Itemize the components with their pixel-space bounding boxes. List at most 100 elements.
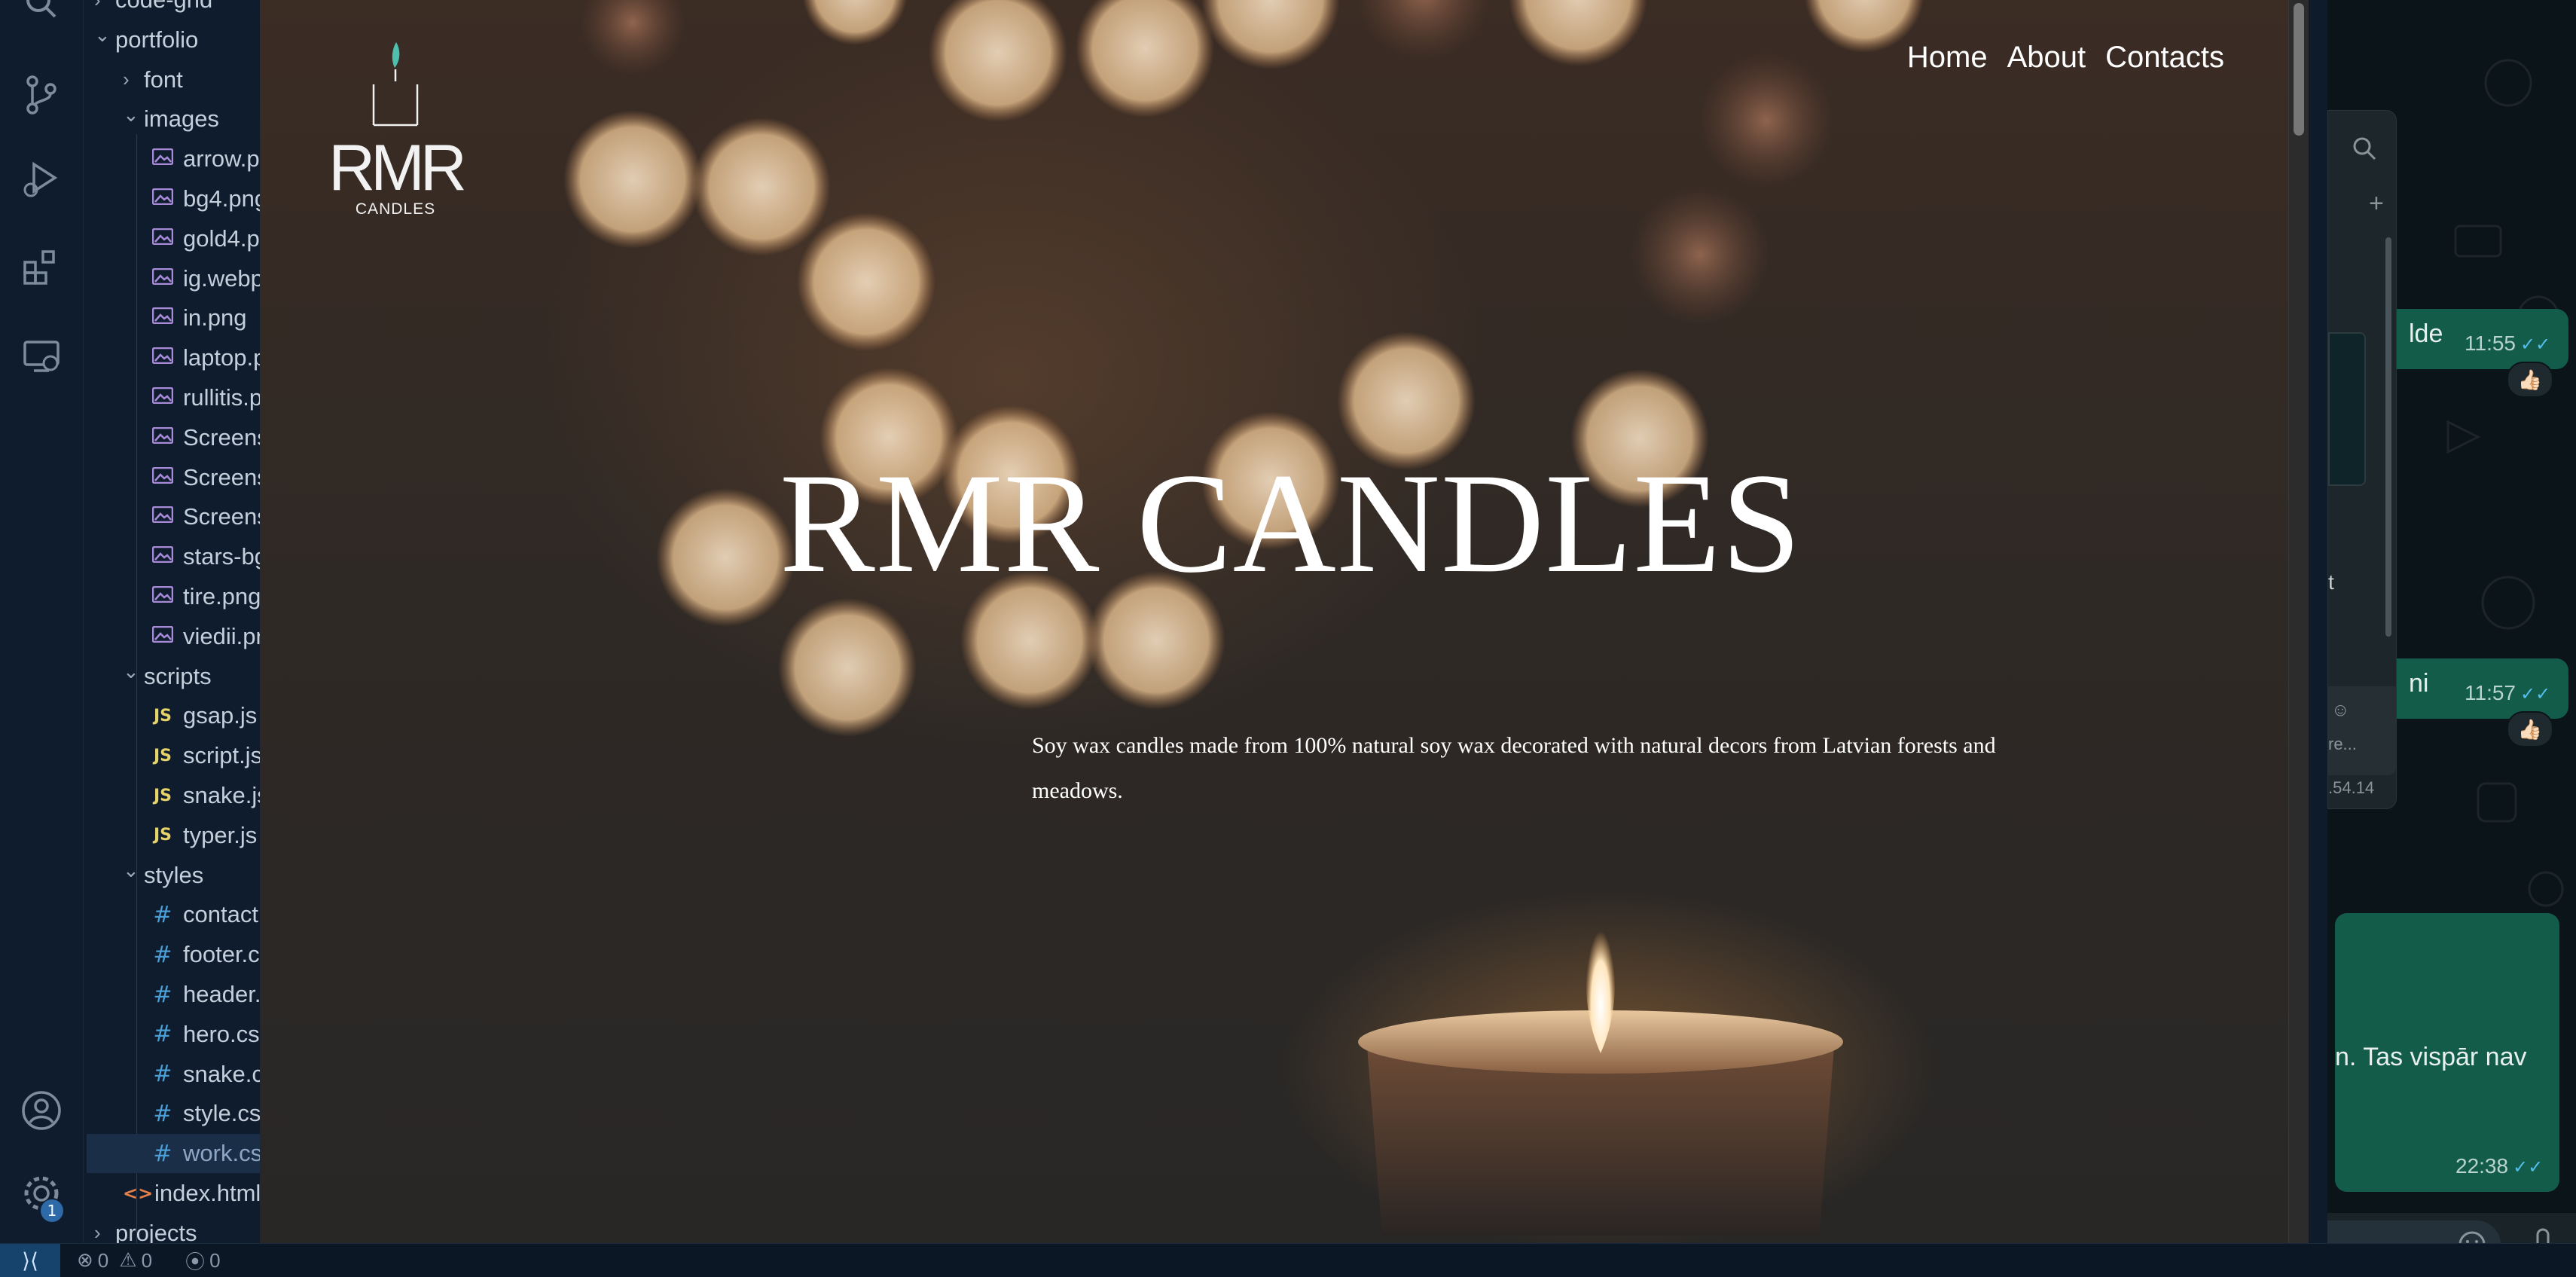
tree-item-label: script.js: [183, 742, 263, 769]
panel-item[interactable]: ☺ re...: [2328, 686, 2396, 775]
media-thumbnail[interactable]: [2328, 332, 2366, 486]
panel-scrollbar[interactable]: [2385, 237, 2391, 637]
chevron-down-icon: ⌄: [123, 102, 139, 126]
reaction-badge[interactable]: 👍🏻: [2507, 362, 2553, 398]
tree-item-label: portfolio: [115, 26, 199, 53]
nav-contacts[interactable]: Contacts: [2105, 41, 2224, 75]
tree-file[interactable]: # footer.css: [84, 935, 264, 974]
tree-file[interactable]: arrow.png: [84, 139, 264, 179]
message-text: n. Tas vispār nav: [2335, 1043, 2527, 1071]
tree-item-label: gsap.js: [183, 702, 258, 729]
file-explorer: ›code-grid⌄portfolio›font⌄imagesarrow.pn…: [84, 0, 264, 1243]
tree-folder[interactable]: › font: [84, 60, 264, 99]
source-control-icon[interactable]: [20, 74, 63, 116]
extensions-icon[interactable]: [20, 246, 63, 288]
image-file-icon: [151, 228, 174, 249]
tree-item-label: scripts: [144, 662, 212, 689]
image-file-icon: [151, 347, 174, 368]
tree-file[interactable]: # hero.css: [84, 1015, 264, 1054]
tree-file[interactable]: Screenshot: [84, 418, 264, 457]
image-file-icon: [151, 625, 174, 647]
whatsapp-popup-panel: + t ☺ re... .54.14: [2327, 110, 2397, 809]
nav-about[interactable]: About: [2007, 41, 2086, 75]
tree-item-label: gold4.png: [183, 225, 264, 252]
tree-file[interactable]: viedii.png: [84, 617, 264, 656]
tree-file[interactable]: # contact.css: [84, 895, 264, 934]
error-icon: ⊗: [77, 1249, 93, 1272]
remote-icon[interactable]: ⟩⟨: [0, 1244, 60, 1277]
message-time: 11:57 ✓✓: [2465, 681, 2551, 704]
main-nav: Home About Contacts: [1907, 41, 2224, 75]
tree-item-label: header.css: [183, 981, 264, 1007]
css-file-icon: #: [153, 981, 172, 1008]
tree-folder[interactable]: ⌄ styles: [84, 856, 264, 895]
html-file-icon: <>: [123, 1183, 154, 1204]
scrollbar-thumb[interactable]: [2294, 3, 2304, 136]
tree-file[interactable]: JS script.js: [84, 736, 264, 775]
site-logo[interactable]: RMR CANDLES: [328, 39, 467, 228]
chevron-right-icon: ›: [94, 1221, 101, 1243]
tree-item-label: contact.css: [183, 901, 264, 928]
tree-file[interactable]: # style.css: [84, 1094, 264, 1133]
tree-item-label: arrow.png: [183, 145, 264, 173]
run-debug-icon[interactable]: [20, 158, 63, 200]
chevron-down-icon: ⌄: [123, 660, 139, 683]
tree-folder[interactable]: ⌄ images: [84, 99, 264, 139]
tree-file[interactable]: Screenshot: [84, 458, 264, 497]
activity-bar: 1: [0, 0, 84, 1243]
chevron-down-icon: ⌄: [94, 23, 111, 47]
tree-item-label: snake.js: [183, 782, 264, 808]
search-icon[interactable]: [20, 0, 63, 24]
logo-sub: CANDLES: [355, 200, 436, 218]
image-file-icon: [151, 585, 174, 607]
tree-folder[interactable]: ⌄ scripts: [84, 657, 264, 696]
tree-file[interactable]: stars-bg: [84, 537, 264, 576]
page-scrollbar[interactable]: [2288, 0, 2309, 1276]
image-file-icon: [151, 307, 174, 328]
chevron-right-icon: ›: [123, 68, 130, 91]
js-file-icon: JS: [153, 826, 172, 845]
search-icon[interactable]: [2351, 135, 2378, 162]
message-bubble[interactable]: n. Tas vispār nav 22:38 ✓✓: [2335, 913, 2559, 1192]
tree-item-label: images: [144, 105, 219, 133]
tree-file[interactable]: bg4.png: [84, 179, 264, 218]
tree-file[interactable]: ig.webp: [84, 259, 264, 298]
image-file-icon: [151, 148, 174, 170]
tree-file[interactable]: # snake.css: [84, 1055, 264, 1094]
image-file-icon: [151, 506, 174, 527]
errors-indicator[interactable]: ⊗ 0 ⚠ 0: [77, 1249, 152, 1272]
remote-explorer-icon[interactable]: [20, 336, 63, 378]
tree-file[interactable]: gold4.png: [84, 219, 264, 258]
tree-file[interactable]: JS typer.js: [84, 816, 264, 855]
message-time: 22:38 ✓✓: [2455, 1154, 2544, 1178]
tree-file[interactable]: JS gsap.js: [84, 696, 264, 735]
tree-folder[interactable]: ›code-grid: [84, 0, 264, 20]
candle-image: [1358, 918, 1843, 1236]
tree-file[interactable]: # work.css: [87, 1134, 264, 1174]
chevron-right-icon: ›: [94, 0, 115, 12]
tree-file[interactable]: rullitis.png: [84, 378, 264, 417]
tree-file[interactable]: tire.png: [84, 577, 264, 616]
tree-item-label: tire.png: [183, 583, 261, 609]
warning-icon: ⚠: [119, 1249, 137, 1272]
tree-file[interactable]: in.png: [84, 298, 264, 338]
reaction-badge[interactable]: 👍🏻: [2507, 711, 2553, 747]
tree-folder[interactable]: › projects: [84, 1214, 264, 1243]
tree-file[interactable]: # header.css: [84, 975, 264, 1014]
tree-item-label: styles: [144, 861, 204, 888]
message-text: ni: [2409, 669, 2429, 698]
tree-folder[interactable]: ⌄ portfolio: [84, 20, 264, 60]
account-icon[interactable]: [20, 1089, 63, 1132]
plus-icon[interactable]: +: [2369, 189, 2384, 218]
ports-indicator[interactable]: ⦿ 0: [185, 1247, 220, 1275]
tree-file[interactable]: laptop.png: [84, 338, 264, 377]
panel-text: re...: [2328, 735, 2357, 753]
warnings-count: 0: [141, 1248, 153, 1272]
tree-file[interactable]: Screenshot: [84, 497, 264, 536]
tree-file[interactable]: <> index.html: [84, 1174, 264, 1213]
tree-item-label: bg4.png: [183, 185, 264, 212]
tree-file[interactable]: JS snake.js: [84, 776, 264, 815]
css-file-icon: #: [153, 1140, 172, 1167]
nav-home[interactable]: Home: [1907, 41, 1988, 75]
emoji-icon: ☺: [2331, 700, 2350, 720]
